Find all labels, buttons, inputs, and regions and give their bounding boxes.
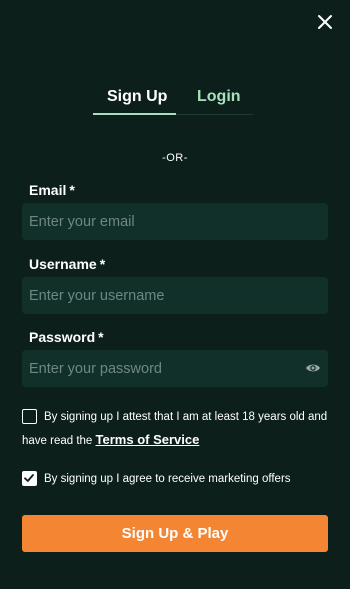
password-label: Password * xyxy=(29,329,104,345)
username-label-text: Username xyxy=(29,256,97,272)
email-field[interactable] xyxy=(22,203,328,240)
close-icon xyxy=(318,15,332,29)
marketing-consent-label: By signing up I agree to receive marketi… xyxy=(44,473,291,485)
required-mark: * xyxy=(99,256,106,272)
active-tab-indicator xyxy=(93,113,176,115)
sign-up-play-button[interactable]: Sign Up & Play xyxy=(22,515,328,552)
required-mark: * xyxy=(69,182,75,198)
eye-icon xyxy=(306,364,320,372)
password-field-wrapper xyxy=(22,350,328,387)
email-field-wrapper xyxy=(22,203,328,240)
email-label-text: Email xyxy=(29,182,67,198)
close-button[interactable] xyxy=(314,11,336,33)
checkmark-icon xyxy=(24,474,34,482)
age-terms-checkbox[interactable] xyxy=(22,409,37,424)
tab-sign-up[interactable]: Sign Up xyxy=(107,88,167,106)
age-terms-line1: By signing up I attest that I am at leas… xyxy=(44,411,328,423)
password-field[interactable] xyxy=(22,350,328,387)
tab-divider xyxy=(176,114,253,115)
required-mark: * xyxy=(98,329,104,345)
marketing-checkbox[interactable] xyxy=(22,471,37,486)
password-label-text: Password xyxy=(29,329,96,345)
age-terms-prefix: have read the xyxy=(22,435,96,447)
tab-login[interactable]: Login xyxy=(197,88,241,106)
username-field-wrapper xyxy=(22,277,328,314)
or-separator: -OR- xyxy=(162,152,188,164)
email-label: Email * xyxy=(29,182,75,198)
password-toggle-button[interactable] xyxy=(305,361,321,375)
terms-of-service-link[interactable]: Terms of Service xyxy=(96,432,200,447)
username-field[interactable] xyxy=(22,277,328,314)
age-terms-line2: have read the Terms of Service xyxy=(22,433,342,448)
auth-tabs: Sign Up Login xyxy=(93,88,253,118)
username-label: Username * xyxy=(29,256,105,272)
